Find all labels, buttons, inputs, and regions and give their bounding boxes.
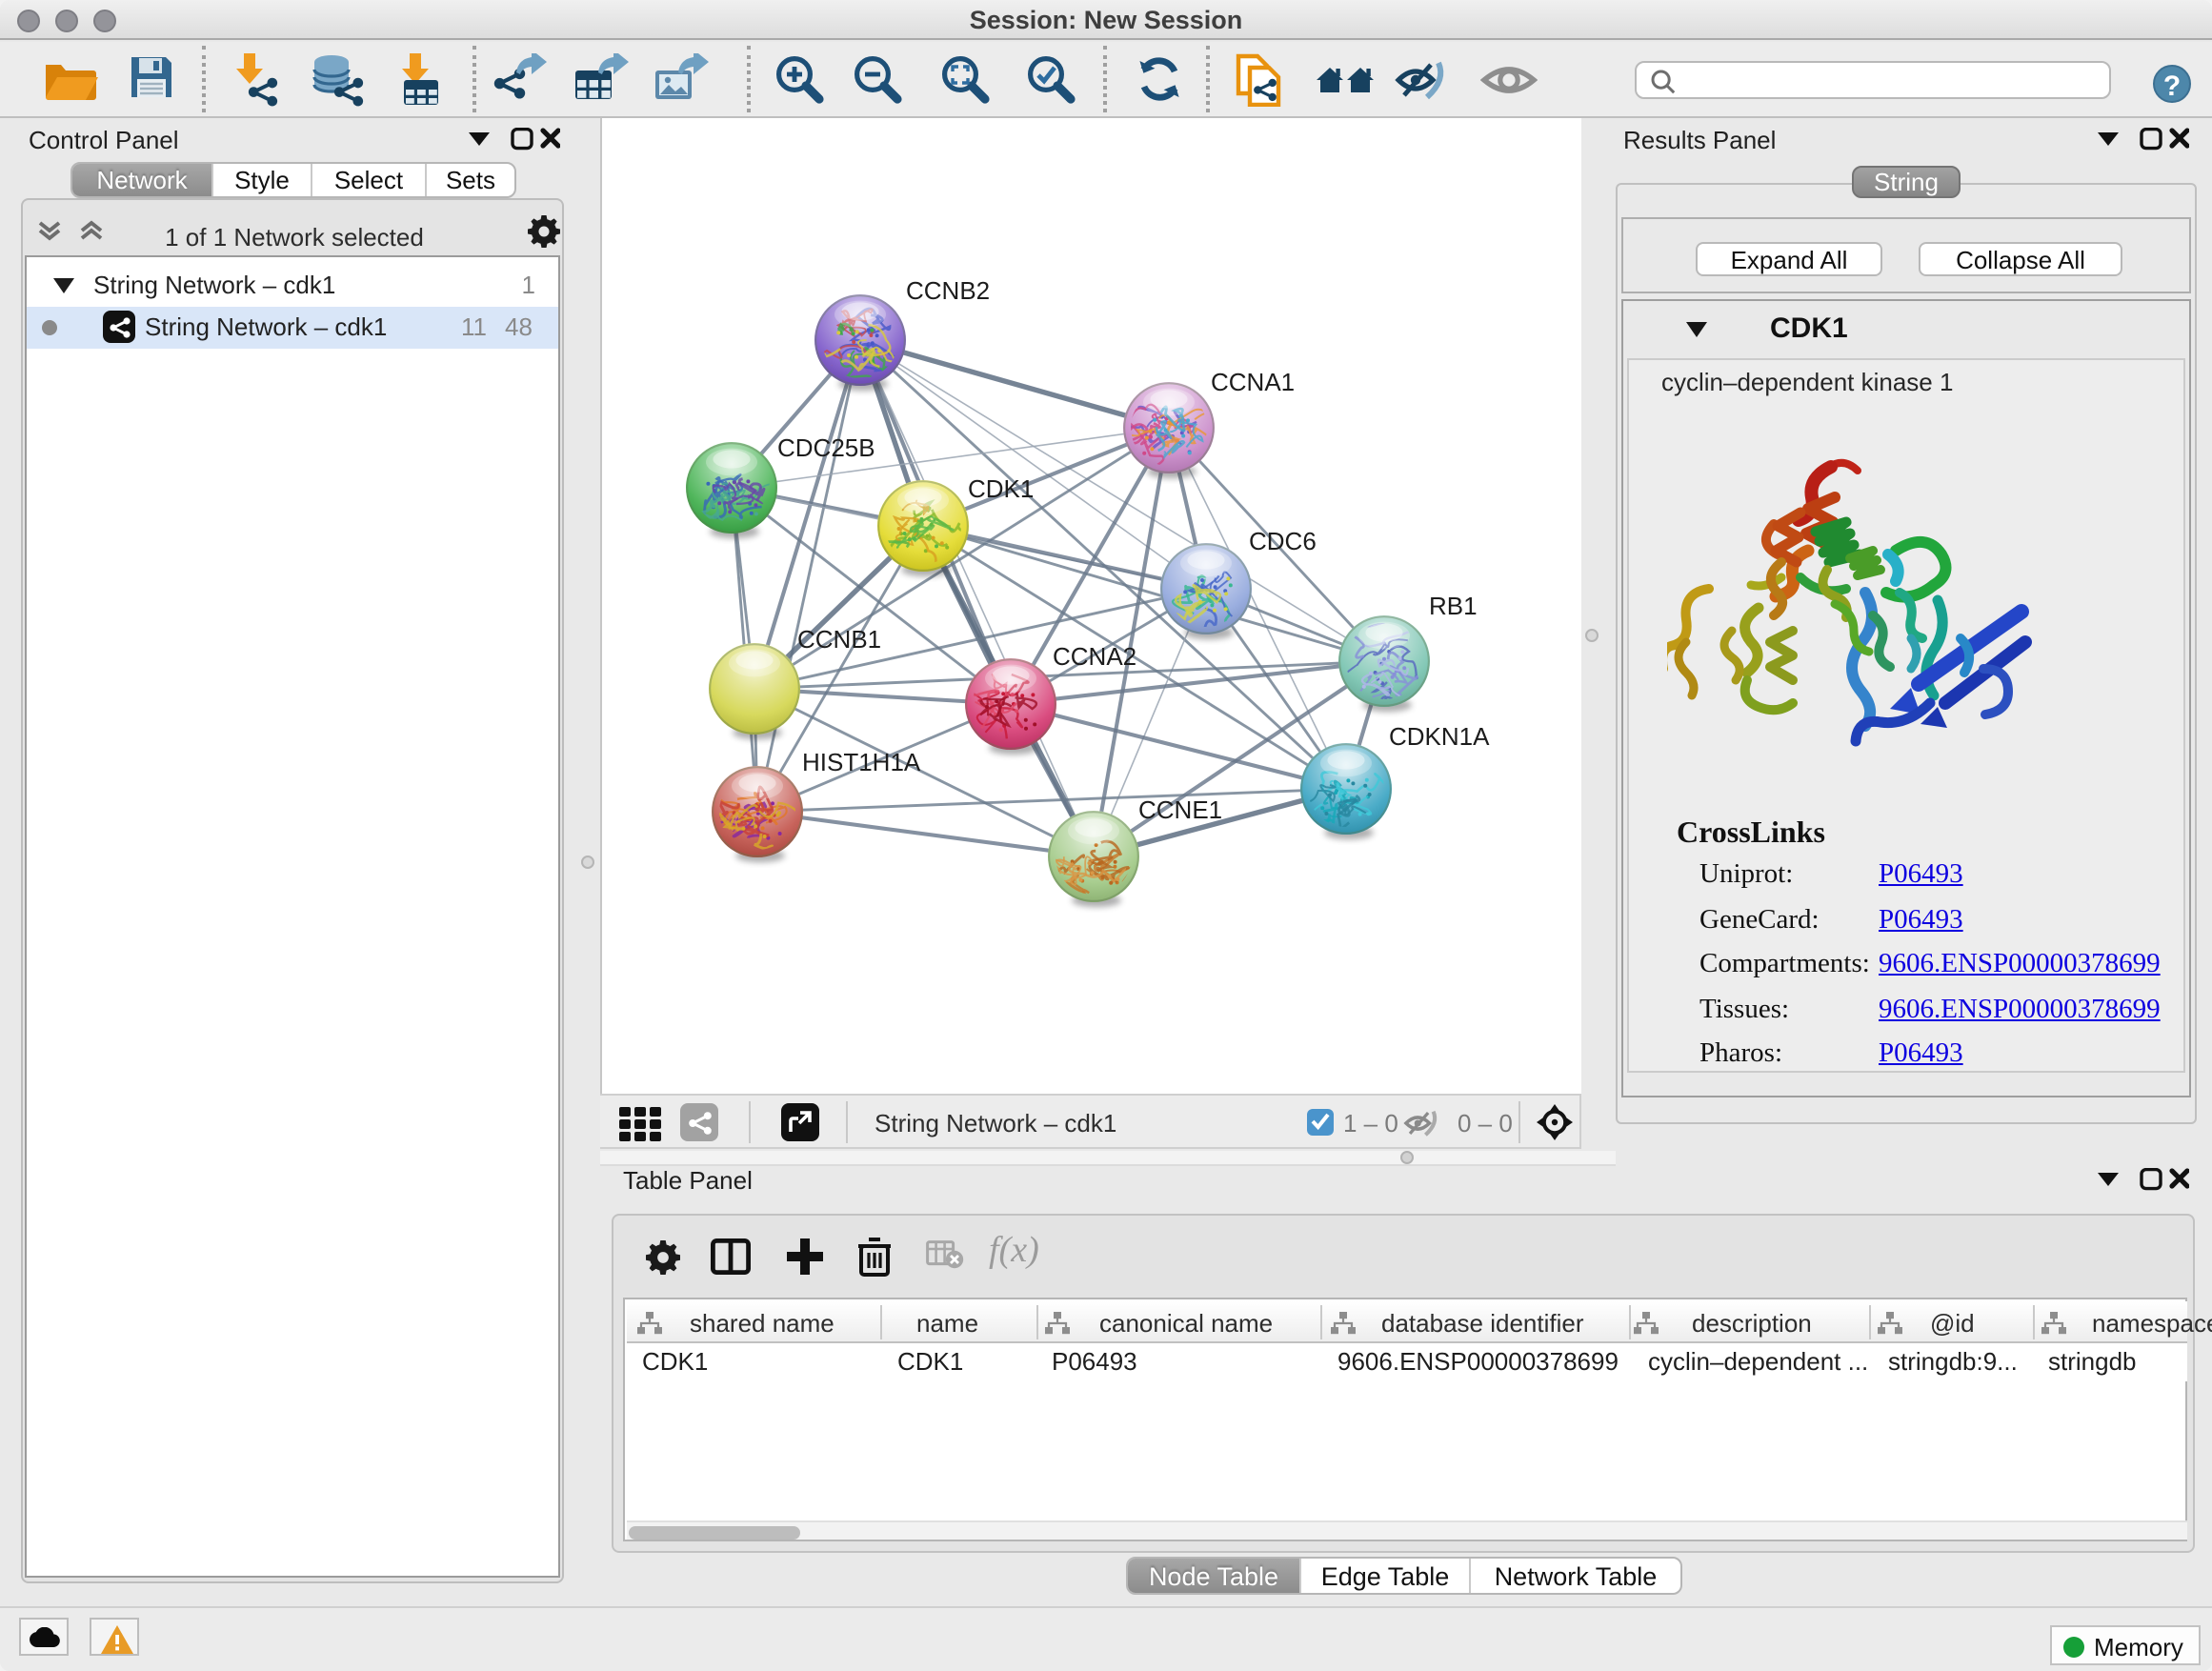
svg-text:CCNA1: CCNA1 [1211, 368, 1295, 396]
svg-text:CDC6: CDC6 [1249, 527, 1317, 555]
svg-text:CDKN1A: CDKN1A [1389, 722, 1490, 751]
svg-text:CCNB1: CCNB1 [797, 625, 881, 654]
svg-text:CCNE1: CCNE1 [1138, 795, 1222, 824]
svg-text:CDK1: CDK1 [968, 474, 1034, 503]
svg-text:HIST1H1A: HIST1H1A [802, 748, 921, 776]
svg-text:CCNB2: CCNB2 [906, 276, 990, 305]
svg-text:RB1: RB1 [1429, 592, 1478, 620]
svg-text:CDC25B: CDC25B [777, 433, 875, 462]
svg-text:CCNA2: CCNA2 [1053, 642, 1136, 671]
